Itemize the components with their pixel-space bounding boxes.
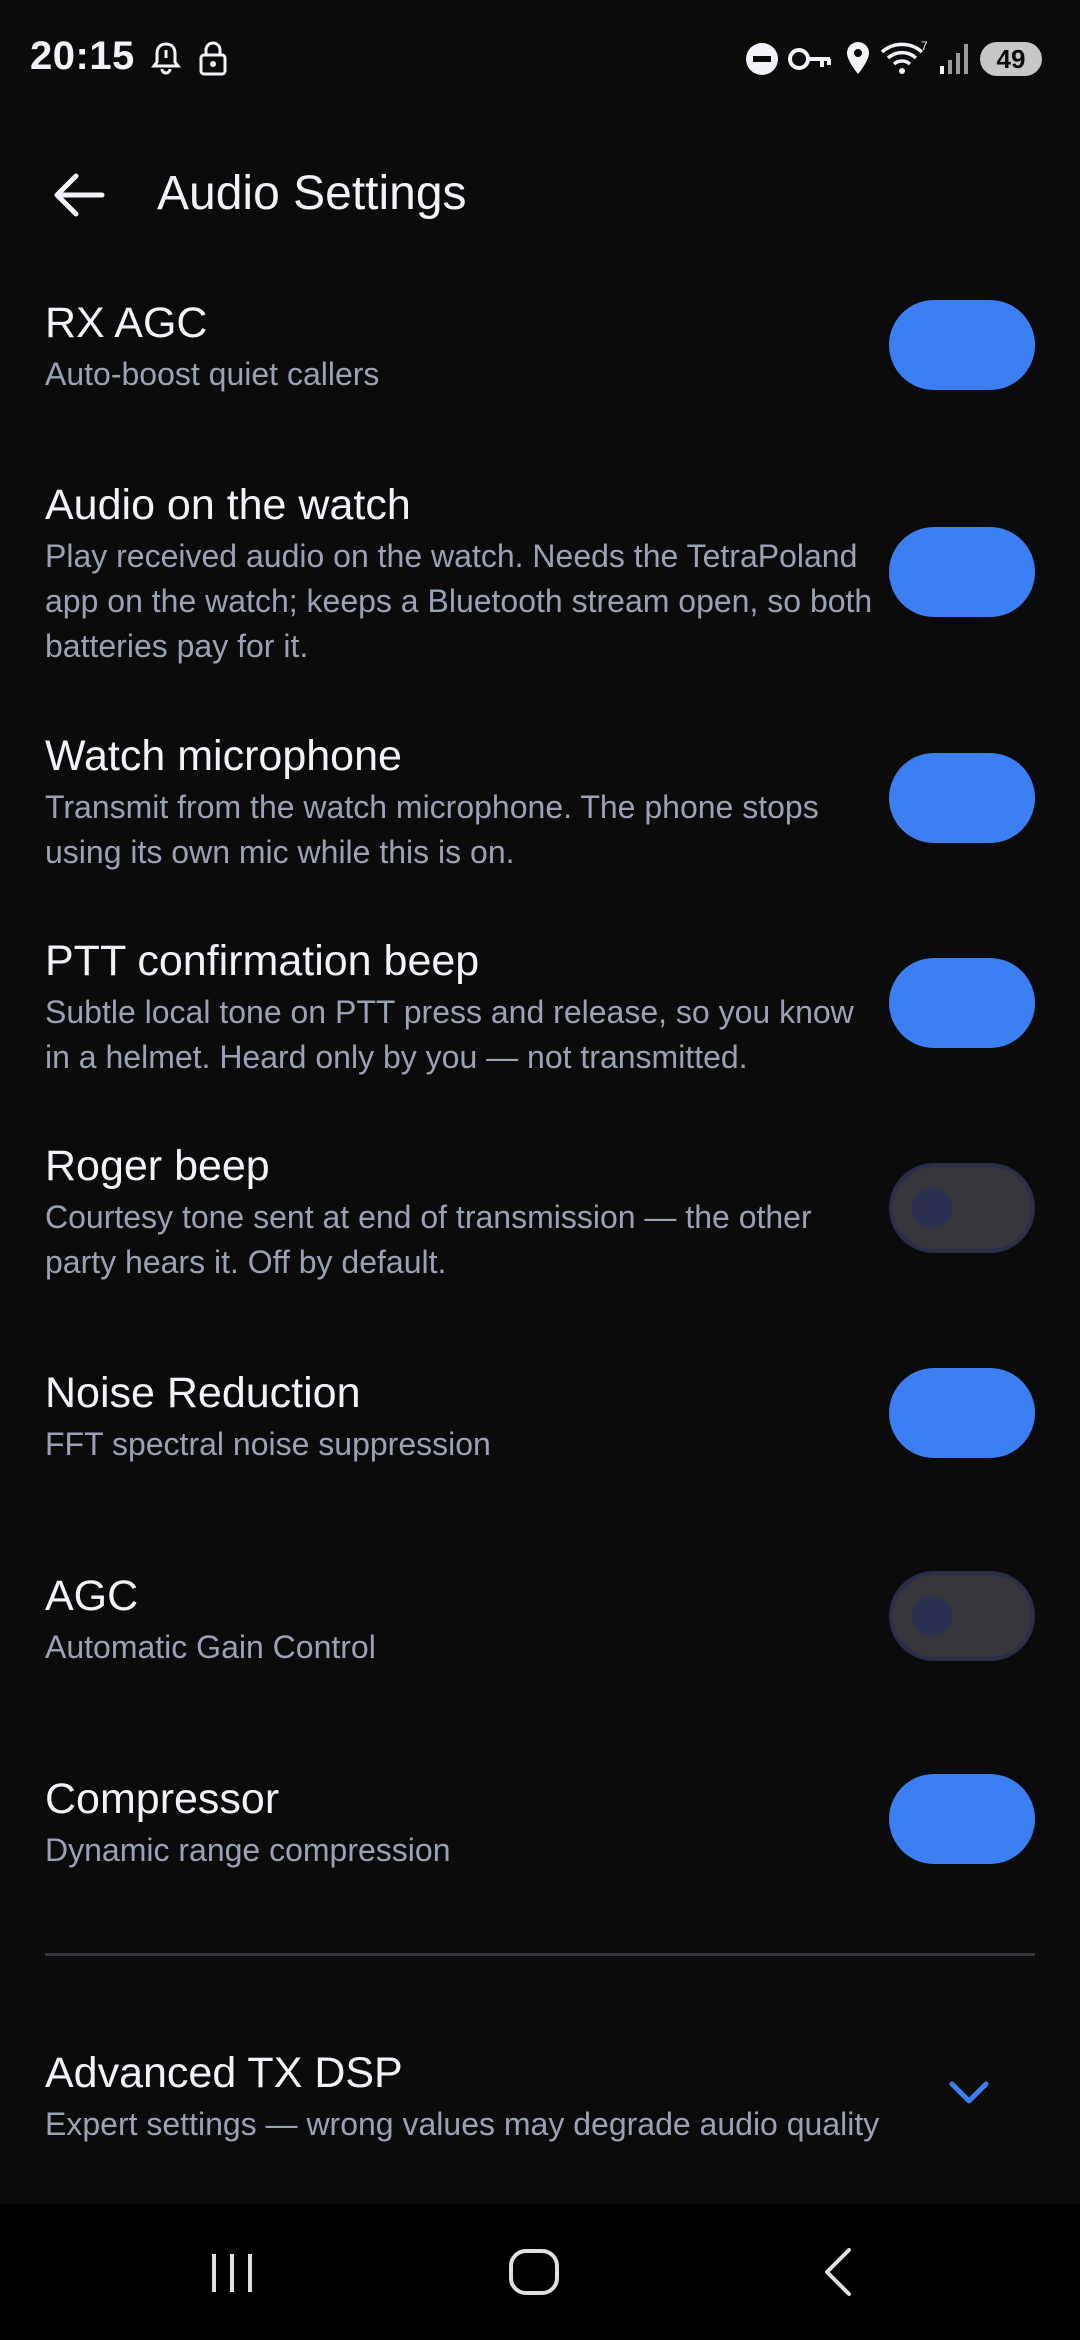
section-divider: [45, 1953, 1035, 1956]
setting-title: RX AGC: [45, 299, 208, 347]
navigation-bar: [0, 2204, 1080, 2340]
setting-subtitle: Dynamic range compression: [45, 1832, 451, 1868]
rx-agc-toggle[interactable]: [889, 300, 1035, 390]
audio-on-watch-toggle[interactable]: [889, 527, 1035, 617]
setting-subtitle: Auto-boost quiet callers: [45, 356, 380, 392]
setting-subtitle: Play received audio on the watch. Needs …: [45, 538, 873, 664]
setting-title: Noise Reduction: [45, 1369, 361, 1417]
setting-subtitle: Transmit from the watch microphone. The …: [45, 789, 819, 870]
do-not-disturb-icon: [746, 43, 778, 75]
watch-microphone-toggle[interactable]: [889, 753, 1035, 843]
location-icon: [847, 42, 869, 74]
setting-subtitle: Subtle local tone on PTT press and relea…: [45, 994, 854, 1075]
setting-title: Compressor: [45, 1775, 280, 1823]
vpn-key-icon: [788, 48, 831, 70]
setting-title: Audio on the watch: [45, 481, 411, 529]
setting-subtitle: Courtesy tone sent at end of transmissio…: [45, 1199, 812, 1280]
svg-text:7: 7: [921, 39, 928, 53]
arrow-left-icon[interactable]: [46, 162, 112, 228]
setting-subtitle: Automatic Gain Control: [45, 1629, 376, 1665]
home-icon[interactable]: [502, 2240, 566, 2304]
signal-icon: [940, 44, 968, 74]
notification-bell-icon: [151, 42, 181, 75]
lock-icon: [199, 41, 227, 76]
toggle-knob: [912, 1188, 952, 1228]
toggle-knob: [912, 1596, 952, 1636]
back-icon[interactable]: [805, 2240, 869, 2304]
setting-subtitle: FFT spectral noise suppression: [45, 1426, 491, 1462]
status-time: 20:15: [30, 34, 135, 78]
advanced-title: Advanced TX DSP: [45, 2049, 403, 2097]
noise-reduction-toggle[interactable]: [889, 1368, 1035, 1458]
status-bar: 20:15 7 49: [0, 0, 1080, 120]
app-bar: Audio Settings: [0, 140, 1080, 250]
setting-title: AGC: [45, 1572, 139, 1620]
battery-indicator: 49: [980, 42, 1042, 76]
compressor-toggle[interactable]: [889, 1774, 1035, 1864]
recent-apps-icon[interactable]: [200, 2240, 264, 2304]
page-title: Audio Settings: [157, 167, 467, 220]
roger-beep-toggle[interactable]: [889, 1163, 1035, 1253]
advanced-subtitle: Expert settings — wrong values may degra…: [45, 2106, 880, 2142]
setting-title: Watch microphone: [45, 732, 402, 780]
setting-title: PTT confirmation beep: [45, 937, 480, 985]
ptt-confirmation-beep-toggle[interactable]: [889, 958, 1035, 1048]
wifi-icon: 7: [880, 39, 928, 74]
setting-title: Roger beep: [45, 1142, 270, 1190]
chevron-down-icon[interactable]: [944, 2072, 994, 2112]
agc-toggle[interactable]: [889, 1571, 1035, 1661]
